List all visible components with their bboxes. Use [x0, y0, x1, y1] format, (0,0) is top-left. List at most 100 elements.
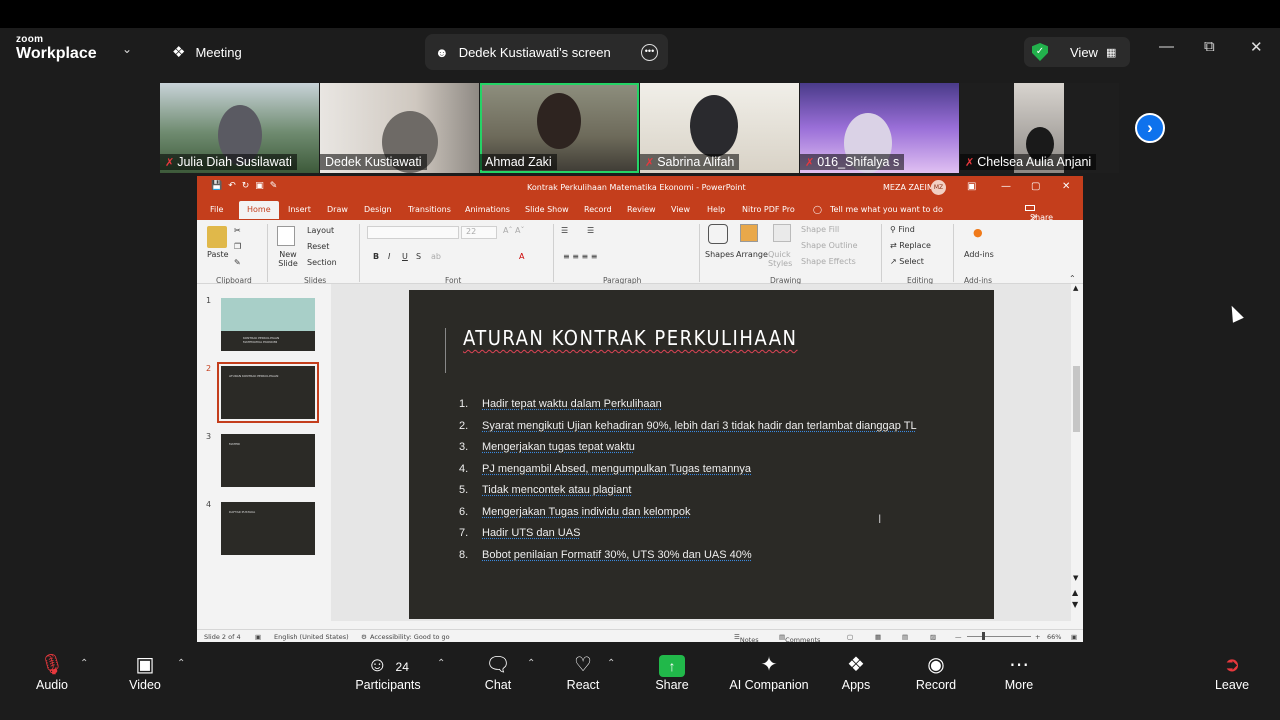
zoom-logo[interactable]: zoom Workplace	[16, 35, 97, 62]
font-color-icon[interactable]: A	[519, 252, 524, 261]
tab-slide-show[interactable]: Slide Show	[525, 205, 569, 214]
slideshow-icon[interactable]: ▨	[930, 633, 936, 641]
quick-styles-icon[interactable]	[773, 224, 791, 242]
notes-button[interactable]: ☰ Notes	[734, 633, 759, 644]
tab-animations[interactable]: Animations	[465, 205, 510, 214]
scroll-up-icon[interactable]: ▲	[1073, 284, 1078, 292]
scroll-down-icon[interactable]: ▼	[1073, 574, 1078, 582]
replace-button[interactable]: ⇄ Replace	[890, 241, 931, 250]
ppt-user-name[interactable]: MEZA ZAEIM	[883, 183, 934, 192]
close-icon[interactable]: ✕	[1250, 38, 1263, 56]
zoom-in-icon[interactable]: +	[1035, 633, 1040, 641]
quick-access-toolbar-icon[interactable]: 💾↶↻▣✎	[211, 181, 283, 191]
slide-thumbnail-3[interactable]: MATERI	[221, 434, 315, 487]
ppt-minimize-icon[interactable]: —	[1001, 181, 1011, 192]
collapse-ribbon-icon[interactable]: ⌃	[1069, 274, 1076, 283]
meeting-menu[interactable]: ❖ Meeting	[172, 43, 242, 61]
ppt-restore-icon[interactable]: ▢	[1031, 181, 1040, 192]
participants-caret-icon[interactable]: ⌃	[437, 658, 445, 669]
find-button[interactable]: ⚲ Find	[890, 225, 915, 234]
zoom-slider[interactable]	[967, 636, 1031, 637]
align-icons[interactable]: ≡ ≡ ≡ ≡	[563, 252, 597, 261]
slide-thumbnail-4[interactable]: DAFTAR PUSTAKA	[221, 502, 315, 555]
arrange-button[interactable]: Arrange	[736, 250, 768, 259]
chat-caret-icon[interactable]: ⌃	[527, 658, 535, 669]
video-options-caret-icon[interactable]: ⌃	[177, 658, 185, 669]
more-options-icon[interactable]: •••	[641, 43, 658, 61]
video-tile[interactable]: ✗ Sabrina Alifah	[640, 83, 799, 173]
zoom-out-icon[interactable]: —	[955, 633, 962, 641]
ppt-share-button[interactable]: ↗ Share	[1025, 205, 1053, 222]
apps-button[interactable]: ❖ Apps	[838, 652, 874, 692]
more-button[interactable]: ⋯ More	[1000, 652, 1038, 692]
video-button[interactable]: ▣ Video	[125, 652, 165, 692]
next-slide-icon[interactable]: ▼	[1072, 600, 1078, 609]
copy-icon[interactable]: ❐	[234, 242, 241, 251]
next-page-arrow-icon[interactable]: ›	[1135, 113, 1165, 143]
tab-file[interactable]: File	[210, 205, 223, 214]
language-indicator[interactable]: English (United States)	[274, 633, 349, 641]
prev-slide-icon[interactable]: ▲	[1072, 588, 1078, 597]
section-button[interactable]: Section	[307, 258, 337, 267]
minimize-icon[interactable]: —	[1159, 38, 1174, 55]
share-screen-button[interactable]: ↑ Share	[652, 652, 692, 692]
ppt-close-icon[interactable]: ✕	[1062, 181, 1070, 192]
quick-styles-button[interactable]: Quick Styles	[768, 250, 796, 268]
tell-me-search[interactable]: Tell me what you want to do	[830, 205, 943, 214]
shape-effects-button[interactable]: Shape Effects	[801, 257, 856, 266]
restore-icon[interactable]: ⧉	[1204, 38, 1215, 55]
react-caret-icon[interactable]: ⌃	[607, 658, 615, 669]
slide-title[interactable]: ATURAN KONTRAK PERKULIHAAN	[463, 326, 798, 350]
shared-screen-pill[interactable]: ☻ Dedek Kustiawati's screen •••	[425, 34, 668, 70]
select-button[interactable]: ↗ Select	[890, 257, 924, 266]
add-ins-icon[interactable]: ●	[973, 226, 983, 239]
video-tile[interactable]: ✗ Julia Diah Susilawati	[160, 83, 319, 173]
react-button[interactable]: ♡ React	[563, 652, 603, 692]
fit-to-window-icon[interactable]: ▣	[1071, 633, 1077, 641]
reading-view-icon[interactable]: ▤	[902, 633, 908, 641]
tab-help[interactable]: Help	[707, 205, 725, 214]
shape-outline-button[interactable]: Shape Outline	[801, 241, 858, 250]
zoom-level[interactable]: 66%	[1047, 633, 1061, 641]
paste-button[interactable]: Paste	[207, 250, 229, 259]
paste-icon[interactable]	[207, 226, 227, 248]
tab-transitions[interactable]: Transitions	[408, 205, 451, 214]
underline-icon[interactable]: U	[402, 252, 408, 261]
add-ins-button[interactable]: Add-ins	[964, 250, 994, 259]
reset-button[interactable]: Reset	[307, 242, 329, 251]
record-button[interactable]: ◉ Record	[912, 652, 960, 692]
shield-check-icon[interactable]: ✓	[1032, 43, 1048, 61]
layout-button[interactable]: Layout	[307, 226, 334, 235]
shapes-icon[interactable]	[708, 224, 728, 244]
arrange-icon[interactable]	[740, 224, 758, 242]
italic-icon[interactable]: I	[388, 252, 390, 261]
chat-button[interactable]: 🗨 Chat	[480, 652, 516, 692]
new-slide-icon[interactable]	[277, 226, 295, 246]
audio-options-caret-icon[interactable]: ⌃	[80, 658, 88, 669]
ribbon-display-icon[interactable]: ▣	[967, 181, 976, 192]
slide-thumbnail-1[interactable]: KONTRAK PERKULIHAAN MATEMATIKA EKONOMI	[221, 298, 315, 351]
tab-nitro-pdf[interactable]: Nitro PDF Pro	[742, 205, 795, 214]
font-size-select[interactable]: 22	[461, 226, 497, 239]
scroll-thumb[interactable]	[1073, 366, 1080, 432]
vertical-scrollbar[interactable]: ▲ ▼ ▲ ▼	[1071, 284, 1083, 621]
tab-review[interactable]: Review	[627, 205, 656, 214]
tab-view[interactable]: View	[671, 205, 690, 214]
tab-insert[interactable]: Insert	[288, 205, 311, 214]
participants-button[interactable]: ☺ 24 Participants	[352, 652, 424, 692]
slide-sorter-icon[interactable]: ▦	[875, 633, 881, 641]
bullets-icon[interactable]: ☰	[561, 226, 568, 235]
accessibility-status[interactable]: Accessibility: Good to go	[370, 633, 450, 641]
video-tile-active-speaker[interactable]: Ahmad Zaki	[480, 83, 639, 173]
shape-fill-button[interactable]: Shape Fill	[801, 225, 839, 234]
chevron-down-icon[interactable]: ⌄	[122, 42, 132, 56]
shapes-button[interactable]: Shapes	[705, 250, 734, 259]
leave-button[interactable]: ➲ Leave	[1213, 652, 1251, 692]
tab-design[interactable]: Design	[364, 205, 392, 214]
normal-view-icon[interactable]: ▢	[847, 633, 853, 641]
view-button[interactable]: ✓ View ▦	[1024, 37, 1130, 67]
format-painter-icon[interactable]: ✎	[234, 258, 241, 267]
comments-button[interactable]: ▤ Comments	[779, 633, 820, 644]
cut-icon[interactable]: ✂	[234, 226, 241, 235]
slide-thumbnail-2[interactable]: ATURAN KONTRAK PERKULIHAAN	[217, 362, 319, 423]
